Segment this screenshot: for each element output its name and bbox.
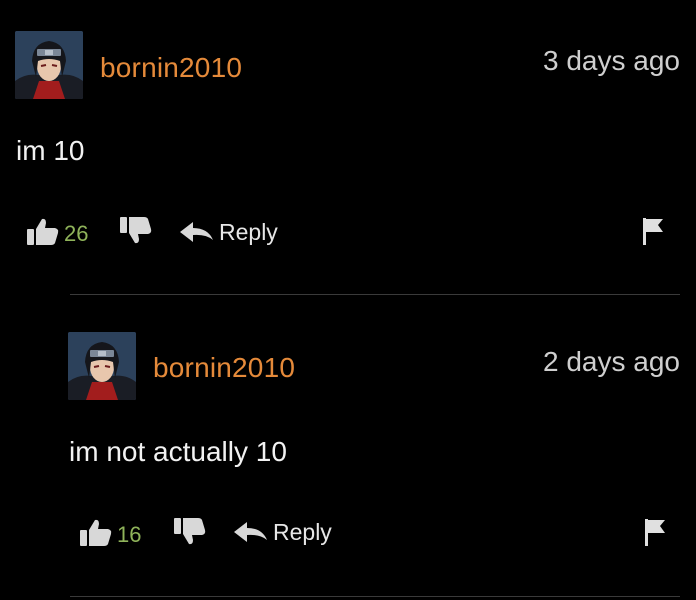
comment-divider	[70, 294, 680, 295]
flag-icon[interactable]	[641, 216, 665, 246]
thumbs-up-icon[interactable]	[80, 518, 112, 548]
like-count: 26	[64, 221, 89, 246]
thumbs-down-icon[interactable]	[120, 215, 152, 245]
reply-button[interactable]: Reply	[273, 519, 332, 546]
username-link[interactable]: bornin2010	[153, 352, 295, 384]
reply-button[interactable]: Reply	[219, 219, 278, 246]
reply-arrow-icon[interactable]	[234, 520, 268, 544]
comment-text: im 10	[16, 135, 85, 166]
comment-actions: 26 Reply	[0, 213, 696, 253]
thumbs-down-icon[interactable]	[174, 516, 206, 546]
reply-arrow-icon[interactable]	[180, 220, 214, 244]
username-link[interactable]: bornin2010	[100, 52, 242, 84]
avatar-image	[68, 332, 136, 400]
comment-actions: 16 Reply	[0, 513, 696, 553]
like-count: 16	[117, 522, 142, 547]
comment-timestamp: 3 days ago	[543, 45, 680, 76]
flag-icon[interactable]	[643, 517, 667, 547]
comment-text: im not actually 10	[69, 436, 287, 467]
comment-divider	[70, 596, 680, 597]
comment: bornin2010 3 days ago im 10 26 Reply	[0, 0, 696, 300]
comment-timestamp: 2 days ago	[543, 346, 680, 377]
reply-comment: bornin2010 2 days ago im not actually 10…	[0, 300, 696, 600]
thumbs-up-icon[interactable]	[27, 217, 59, 247]
avatar-image	[15, 31, 83, 99]
avatar[interactable]	[15, 31, 83, 99]
avatar[interactable]	[68, 332, 136, 400]
